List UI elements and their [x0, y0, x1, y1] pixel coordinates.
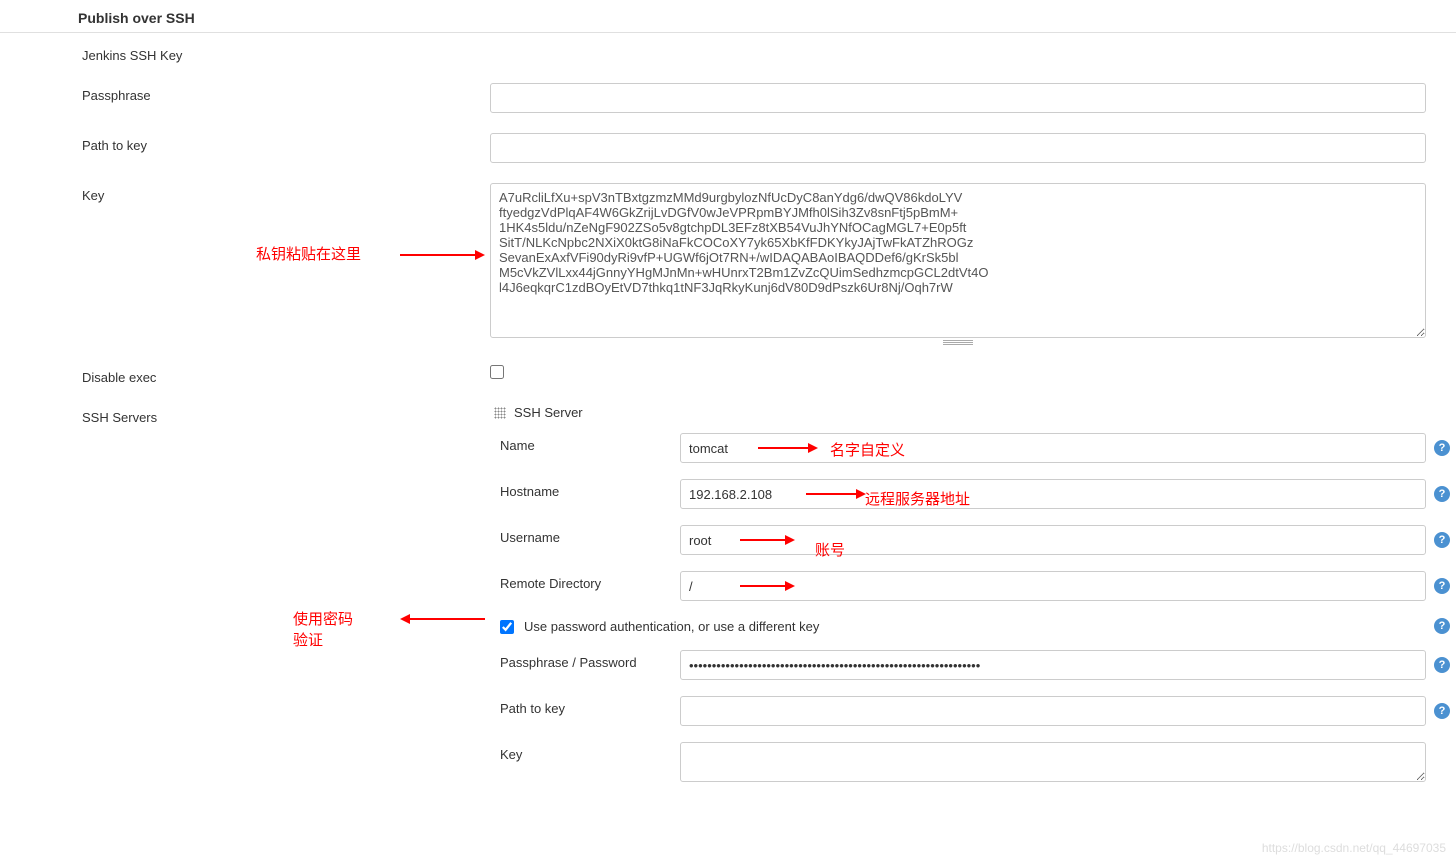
use-password-auth-checkbox[interactable]	[500, 620, 514, 634]
path-to-key2-row: Path to key ?	[0, 688, 1456, 734]
disable-exec-label: Disable exec	[0, 365, 490, 385]
resize-grip[interactable]	[490, 339, 1426, 345]
passphrase-password-label: Passphrase / Password	[0, 650, 680, 670]
help-icon[interactable]: ?	[1434, 703, 1450, 719]
form-area: Jenkins SSH Key Passphrase Path to key K…	[0, 33, 1456, 793]
jenkins-ssh-key-row: Jenkins SSH Key	[0, 33, 1456, 73]
ssh-server-label: SSH Server	[514, 405, 583, 420]
hostname-row: Hostname 远程服务器地址 ?	[0, 471, 1456, 517]
arrow-icon	[400, 609, 485, 629]
use-password-auth-row: Use password authentication, or use a di…	[0, 609, 1456, 642]
remote-directory-label: Remote Directory	[0, 571, 680, 591]
jenkins-ssh-key-label: Jenkins SSH Key	[0, 43, 490, 63]
key2-label: Key	[0, 742, 680, 762]
name-label: Name	[0, 433, 680, 453]
disable-exec-row: Disable exec	[0, 355, 1456, 395]
username-input[interactable]	[680, 525, 1426, 555]
help-icon[interactable]: ?	[1434, 618, 1450, 634]
name-row: Name 名字自定义 ?	[0, 425, 1456, 471]
help-icon[interactable]: ?	[1434, 486, 1450, 502]
ssh-server-section: Name 名字自定义 ? Hostname 远程服务器地址	[0, 425, 1456, 793]
watermark: https://blog.csdn.net/qq_44697035	[1262, 841, 1446, 855]
drag-handle-icon[interactable]	[494, 407, 506, 419]
path-to-key-label: Path to key	[0, 133, 490, 153]
key2-row: Key	[0, 734, 1456, 793]
disable-exec-checkbox[interactable]	[490, 365, 504, 379]
passphrase-label: Passphrase	[0, 83, 490, 103]
help-icon[interactable]: ?	[1434, 578, 1450, 594]
username-label: Username	[0, 525, 680, 545]
passphrase-password-row: Passphrase / Password ?	[0, 642, 1456, 688]
key2-textarea[interactable]	[680, 742, 1426, 782]
help-icon[interactable]: ?	[1434, 657, 1450, 673]
ssh-servers-row: SSH Servers SSH Server	[0, 395, 1456, 425]
path-to-key-input[interactable]	[490, 133, 1426, 163]
passphrase-password-input[interactable]	[680, 650, 1426, 680]
hostname-input[interactable]	[680, 479, 1426, 509]
passphrase-input[interactable]	[490, 83, 1426, 113]
key-row: Key A7uRcliLfXu+spV3nTBxtgzmzMMd9urgbylo…	[0, 173, 1456, 355]
arrow-icon	[400, 245, 485, 265]
path-to-key-row: Path to key	[0, 123, 1456, 173]
remote-directory-input[interactable]	[680, 571, 1426, 601]
path-to-key2-input[interactable]	[680, 696, 1426, 726]
path-to-key2-label: Path to key	[0, 696, 680, 716]
help-icon[interactable]: ?	[1434, 440, 1450, 456]
use-password-auth-label: Use password authentication, or use a di…	[524, 619, 819, 634]
key-textarea[interactable]: A7uRcliLfXu+spV3nTBxtgzmzMMd9urgbylozNfU…	[490, 183, 1426, 338]
passphrase-row: Passphrase	[0, 73, 1456, 123]
remote-directory-row: Remote Directory ?	[0, 563, 1456, 609]
ssh-servers-label: SSH Servers	[0, 405, 490, 425]
name-input[interactable]	[680, 433, 1426, 463]
annotation-private-key: 私钥粘贴在这里	[256, 246, 361, 263]
section-title: Publish over SSH	[0, 0, 1456, 33]
key-label: Key	[0, 183, 490, 203]
hostname-label: Hostname	[0, 479, 680, 499]
username-row: Username 账号 ?	[0, 517, 1456, 563]
help-icon[interactable]: ?	[1434, 532, 1450, 548]
